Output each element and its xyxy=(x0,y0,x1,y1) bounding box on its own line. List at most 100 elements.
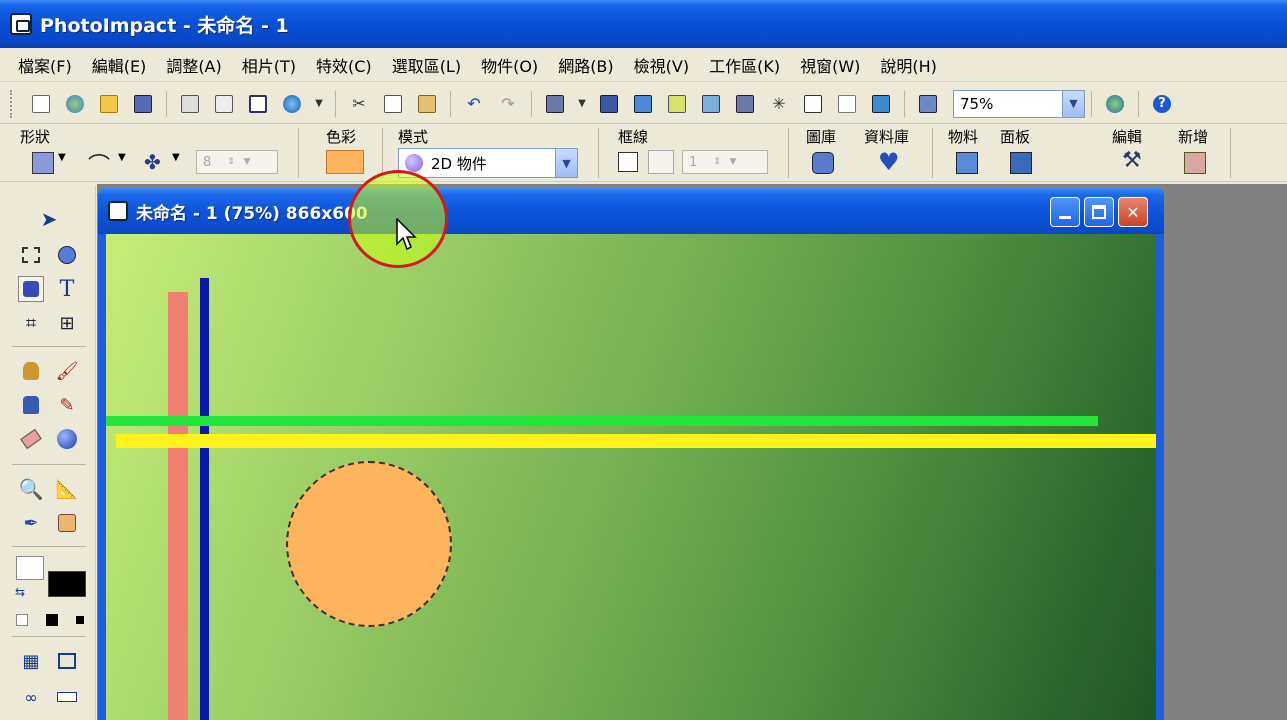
new-image-icon[interactable] xyxy=(62,91,88,117)
menu-object[interactable]: 物件(O) xyxy=(481,53,538,77)
minimize-button[interactable] xyxy=(1050,197,1080,227)
save-icon[interactable] xyxy=(130,91,156,117)
menu-help[interactable]: 說明(H) xyxy=(880,53,937,77)
menu-effects[interactable]: 特效(C) xyxy=(316,53,372,77)
bucket-fill-tool-icon[interactable] xyxy=(18,358,44,384)
chevron-down-icon[interactable]: ▼ xyxy=(725,157,741,167)
gallery-icon[interactable] xyxy=(812,152,834,174)
paint-brush-tool-icon[interactable]: 🖌 xyxy=(54,358,80,384)
blank-page-icon[interactable] xyxy=(834,91,860,117)
lasso-tool-icon[interactable] xyxy=(54,242,80,268)
pick-tool-icon[interactable]: ➤ xyxy=(36,206,62,232)
default-white-swatch[interactable] xyxy=(16,614,28,626)
menu-selection[interactable]: 選取區(L) xyxy=(392,53,461,77)
curve-icon[interactable] xyxy=(800,91,826,117)
mini-black-swatch[interactable] xyxy=(76,616,84,624)
curve-line-icon[interactable]: ⌒ xyxy=(88,148,110,179)
panel-icon[interactable] xyxy=(1010,152,1032,174)
effect-brush-tool-icon[interactable]: ✎ xyxy=(54,392,80,418)
web-browser-icon[interactable] xyxy=(279,91,305,117)
camera-icon[interactable] xyxy=(596,91,622,117)
material-icon[interactable] xyxy=(956,152,978,174)
photoimpact-app-icon[interactable] xyxy=(10,13,32,35)
background-color-box[interactable] xyxy=(48,571,86,597)
layer-stack-icon[interactable] xyxy=(542,91,568,117)
menu-view[interactable]: 檢視(V) xyxy=(634,53,689,77)
open-folder-icon[interactable] xyxy=(96,91,122,117)
monitor-capture-icon[interactable] xyxy=(630,91,656,117)
spinner-arrows-icon[interactable]: ⇕ xyxy=(223,157,239,167)
close-button[interactable]: ✕ xyxy=(1118,197,1148,227)
blue-vertical-stroke[interactable] xyxy=(200,278,209,720)
sparkle-icon[interactable]: ✳ xyxy=(766,91,792,117)
zoom-combobox[interactable]: 75% ▼ xyxy=(953,89,1085,118)
convert-icon[interactable] xyxy=(868,91,894,117)
globe-pointer-icon[interactable] xyxy=(1102,91,1128,117)
dropdown-arrow-icon[interactable]: ▼ xyxy=(172,152,194,174)
redo-icon[interactable]: ↷ xyxy=(495,91,521,117)
undo-icon[interactable]: ↶ xyxy=(461,91,487,117)
heart-icon[interactable]: ♥ xyxy=(878,148,900,176)
help-icon[interactable]: ? xyxy=(1149,91,1175,117)
menu-window[interactable]: 視窗(W) xyxy=(800,53,860,77)
edit-tool-icon[interactable]: ⚒ xyxy=(1122,148,1144,173)
swap-colors-icon[interactable]: ⇆ xyxy=(12,584,28,600)
shape-type-icon[interactable] xyxy=(32,152,54,174)
default-black-swatch[interactable] xyxy=(46,614,58,626)
border-color-swatch[interactable] xyxy=(648,150,674,174)
path-drawing-tool-icon[interactable] xyxy=(18,276,44,302)
sphere-object-tool-icon[interactable] xyxy=(54,426,80,452)
image-enhance-icon[interactable] xyxy=(664,91,690,117)
paste-icon[interactable] xyxy=(414,91,440,117)
crop-tool-icon[interactable]: ⌗ xyxy=(18,310,44,336)
menu-file[interactable]: 檔案(F) xyxy=(18,53,72,77)
fill-color-swatch[interactable] xyxy=(326,150,364,174)
print-icon[interactable] xyxy=(177,91,203,117)
ruler-tool-icon[interactable]: 📐 xyxy=(54,476,80,502)
orange-circle-object[interactable] xyxy=(286,461,452,627)
new-object-icon[interactable] xyxy=(1184,152,1206,174)
marquee-tool-icon[interactable] xyxy=(18,242,44,268)
grid-icon[interactable]: ▦ xyxy=(18,648,44,674)
salmon-vertical-stroke[interactable] xyxy=(168,292,188,720)
new-file-icon[interactable] xyxy=(28,91,54,117)
copy-icon[interactable] xyxy=(380,91,406,117)
cut-icon[interactable]: ✂ xyxy=(346,91,372,117)
line-count-spinner[interactable]: 8 ⇕ ▼ xyxy=(196,150,278,174)
stamp-icon[interactable] xyxy=(732,91,758,117)
app-title-bar[interactable]: PhotoImpact - 未命名 - 1 xyxy=(0,0,1287,48)
dropdown-arrow-icon[interactable]: ▼ xyxy=(576,91,588,117)
mode-select[interactable]: 2D 物件 ▼ xyxy=(398,148,578,178)
eyedropper-tool-icon[interactable]: ✒ xyxy=(18,510,44,536)
chevron-down-icon[interactable]: ▼ xyxy=(239,157,255,167)
clover-shape-icon[interactable]: ✤ xyxy=(144,150,166,174)
preferences-icon[interactable] xyxy=(915,91,941,117)
document-title-bar[interactable]: 未命名 - 1 (75%) 866x600 xyxy=(98,188,1164,234)
yellow-horizontal-stroke[interactable] xyxy=(116,434,1156,448)
chevron-down-icon[interactable]: ▼ xyxy=(555,149,577,177)
menu-edit[interactable]: 編輯(E) xyxy=(92,53,147,77)
dropdown-arrow-icon[interactable]: ▼ xyxy=(313,91,325,117)
menu-web[interactable]: 網路(B) xyxy=(558,53,613,77)
clone-stamp-tool-icon[interactable] xyxy=(18,392,44,418)
image-canvas[interactable] xyxy=(106,234,1156,720)
scan-icon[interactable] xyxy=(211,91,237,117)
border-width-spinner[interactable]: 1 ⇕ ▼ xyxy=(682,150,768,174)
menu-workspace[interactable]: 工作區(K) xyxy=(709,53,780,77)
zoom-tool-icon[interactable]: 🔍 xyxy=(18,476,44,502)
green-horizontal-stroke[interactable] xyxy=(106,416,1098,426)
transform-tool-icon[interactable]: ⊞ xyxy=(54,310,80,336)
menu-photo[interactable]: 相片(T) xyxy=(242,53,296,77)
toolbar-grip[interactable] xyxy=(10,89,14,118)
print-preview-icon[interactable] xyxy=(245,91,271,117)
border-off-icon[interactable] xyxy=(618,152,638,172)
document-icon[interactable] xyxy=(108,201,128,221)
image-frame-icon[interactable] xyxy=(698,91,724,117)
dropdown-arrow-icon[interactable]: ▼ xyxy=(118,152,140,174)
text-tool-icon[interactable]: T xyxy=(54,276,80,302)
hand-tool-icon[interactable] xyxy=(54,510,80,536)
menu-adjust[interactable]: 調整(A) xyxy=(166,53,221,77)
eraser-tool-icon[interactable] xyxy=(18,426,44,452)
frame-icon[interactable] xyxy=(54,648,80,674)
maximize-button[interactable] xyxy=(1084,197,1114,227)
